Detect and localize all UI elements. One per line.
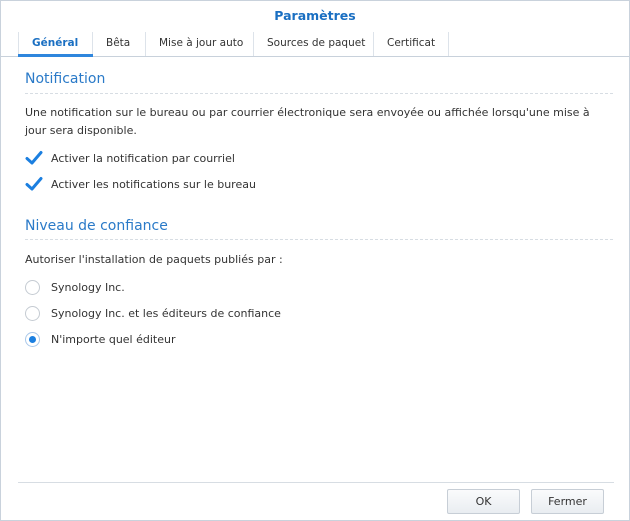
- dialog-title: Paramètres: [274, 8, 356, 23]
- ok-button[interactable]: OK: [447, 489, 520, 514]
- trust-option-any-publisher-label: N'importe quel éditeur: [51, 332, 176, 346]
- email-notification-checkbox[interactable]: [25, 149, 43, 167]
- section-divider: [25, 93, 613, 94]
- footer-divider: [18, 482, 614, 483]
- radio-trusted-publishers[interactable]: [25, 305, 40, 321]
- title-bar: Paramètres: [1, 1, 629, 31]
- checkmark-icon: [25, 151, 43, 165]
- active-tab-indicator: [18, 54, 93, 57]
- desktop-notification-label: Activer les notifications sur le bureau: [51, 177, 256, 191]
- trust-option-any-publisher[interactable]: N'importe quel éditeur: [25, 330, 176, 348]
- tab-bar: Général Bêta Mise à jour auto Sources de…: [1, 32, 629, 57]
- notification-description-line1: Une notification sur le bureau ou par co…: [25, 106, 590, 119]
- checkmark-icon: [25, 177, 43, 191]
- close-button[interactable]: Fermer: [531, 489, 604, 514]
- email-notification-option[interactable]: Activer la notification par courriel: [25, 149, 235, 167]
- trust-option-synology-label: Synology Inc.: [51, 280, 125, 294]
- trust-option-trusted-publishers[interactable]: Synology Inc. et les éditeurs de confian…: [25, 304, 281, 322]
- radio-any-publisher[interactable]: [25, 331, 40, 347]
- trust-option-synology[interactable]: Synology Inc.: [25, 278, 125, 296]
- trust-description: Autoriser l'installation de paquets publ…: [25, 253, 283, 266]
- radio-synology[interactable]: [25, 279, 40, 295]
- tab-package-sources[interactable]: Sources de paquet: [254, 32, 374, 56]
- trust-level-section-title: Niveau de confiance: [25, 218, 168, 234]
- tab-general[interactable]: Général: [18, 32, 93, 56]
- desktop-notification-checkbox[interactable]: [25, 175, 43, 193]
- tab-certificate[interactable]: Certificat: [374, 32, 449, 56]
- tab-beta[interactable]: Bêta: [93, 32, 146, 56]
- notification-section-title: Notification: [25, 71, 106, 87]
- trust-option-trusted-publishers-label: Synology Inc. et les éditeurs de confian…: [51, 306, 281, 320]
- desktop-notification-option[interactable]: Activer les notifications sur le bureau: [25, 175, 256, 193]
- settings-dialog: Paramètres Général Bêta Mise à jour auto…: [0, 0, 630, 521]
- notification-description-line2: jour sera disponible.: [25, 124, 137, 137]
- section-divider: [25, 239, 613, 240]
- tab-auto-update[interactable]: Mise à jour auto: [146, 32, 254, 56]
- radio-selected-dot: [29, 335, 36, 343]
- email-notification-label: Activer la notification par courriel: [51, 151, 235, 165]
